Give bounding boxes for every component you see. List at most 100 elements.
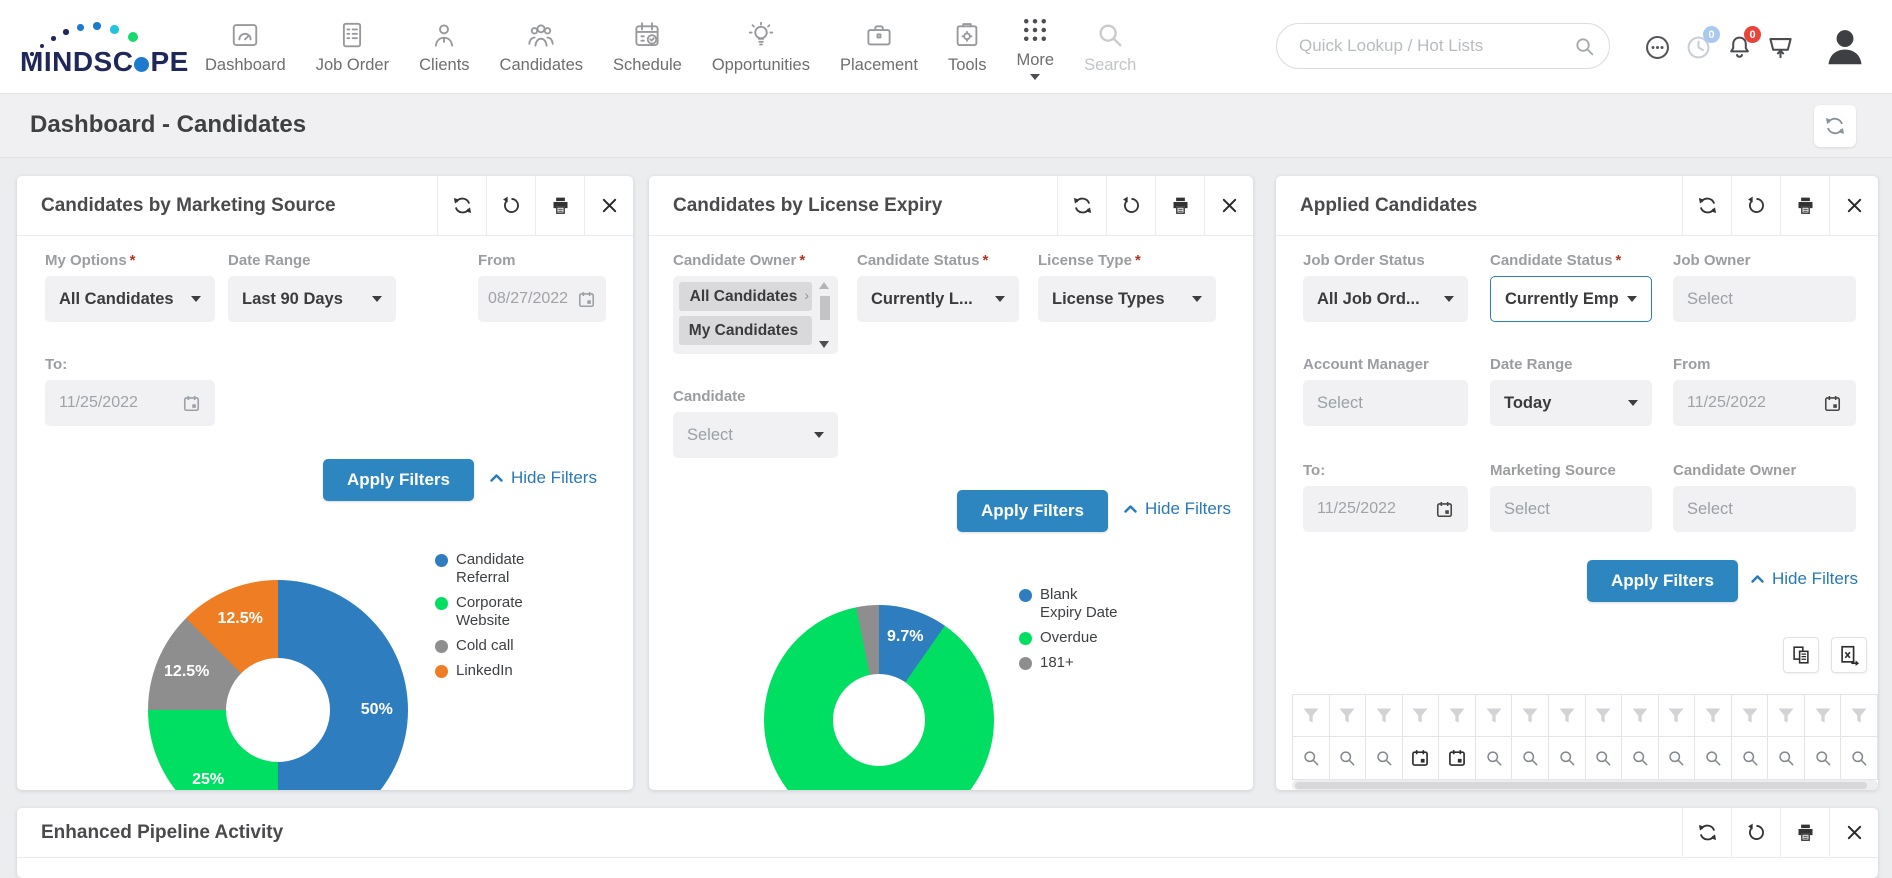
listbox-option-next[interactable]: My Candidates — [679, 316, 812, 345]
column-search-cell[interactable] — [1366, 737, 1403, 779]
to-date-input[interactable]: 11/25/2022 — [1303, 486, 1468, 532]
nav-item-tools[interactable]: Tools — [948, 20, 986, 75]
nav-item-opportunities[interactable]: Opportunities — [712, 20, 810, 75]
my-options-select[interactable]: All Candidates — [45, 276, 215, 322]
column-search-cell[interactable] — [1804, 737, 1842, 779]
column-search-cell[interactable] — [1841, 737, 1878, 779]
column-filter-cell[interactable] — [1548, 695, 1586, 736]
apply-filters-button[interactable]: Apply Filters — [957, 490, 1108, 532]
refresh-button[interactable] — [1057, 176, 1106, 235]
apply-filters-button[interactable]: Apply Filters — [323, 459, 474, 501]
mindscope-logo[interactable]: MINDSC PE — [18, 8, 198, 86]
candidate-owner-listbox[interactable]: All Candidates › My Candidates — [673, 276, 838, 354]
close-button[interactable] — [1829, 808, 1878, 857]
column-search-cell[interactable] — [1695, 737, 1732, 779]
column-filter-cell[interactable] — [1841, 695, 1878, 736]
listbox-option-selected[interactable]: All Candidates › — [679, 282, 812, 311]
marketing-source-input[interactable]: Select — [1490, 486, 1652, 532]
hide-filters-link[interactable]: Hide Filters — [489, 468, 597, 488]
column-search-cell[interactable] — [1512, 737, 1549, 779]
more-options-button[interactable] — [1640, 30, 1674, 64]
hide-filters-link[interactable]: Hide Filters — [1123, 499, 1231, 519]
column-date-search-cell[interactable] — [1439, 737, 1476, 779]
reset-button[interactable] — [486, 176, 535, 235]
refresh-button[interactable] — [437, 176, 486, 235]
column-filter-cell[interactable] — [1329, 695, 1367, 736]
nav-item-clients[interactable]: Clients — [419, 20, 470, 75]
screen-share-button[interactable] — [1763, 30, 1797, 64]
column-filter-cell[interactable] — [1402, 695, 1440, 736]
from-date-input[interactable]: 11/25/2022 — [1673, 380, 1856, 426]
refresh-button[interactable] — [1682, 808, 1731, 857]
date-range-select[interactable]: Last 90 Days — [228, 276, 396, 322]
column-date-search-cell[interactable] — [1402, 737, 1440, 779]
nav-item-job-order[interactable]: Job Order — [316, 20, 389, 75]
user-avatar[interactable] — [1822, 24, 1868, 70]
close-button[interactable] — [1204, 176, 1253, 235]
nav-item-placement[interactable]: Placement — [840, 20, 918, 75]
from-date-input[interactable]: 08/27/2022 — [478, 276, 606, 322]
column-filter-cell[interactable] — [1366, 695, 1403, 736]
column-filter-cell[interactable] — [1768, 695, 1805, 736]
column-search-cell[interactable] — [1731, 737, 1769, 779]
print-button[interactable] — [1780, 808, 1829, 857]
column-filter-cell[interactable] — [1695, 695, 1732, 736]
column-filter-cell[interactable] — [1804, 695, 1842, 736]
scroll-down-icon[interactable] — [819, 341, 829, 348]
listbox-scrollbar[interactable] — [817, 282, 832, 348]
column-search-cell[interactable] — [1768, 737, 1805, 779]
date-range-select[interactable]: Today — [1490, 380, 1652, 426]
column-search-cell[interactable] — [1293, 737, 1330, 779]
column-filter-cell[interactable] — [1293, 695, 1330, 736]
page-refresh-button[interactable] — [1814, 105, 1856, 147]
reset-button[interactable] — [1106, 176, 1155, 235]
reset-button[interactable] — [1731, 176, 1780, 235]
close-button[interactable] — [1829, 176, 1878, 235]
export-excel-button[interactable] — [1831, 637, 1867, 673]
column-search-cell[interactable] — [1475, 737, 1513, 779]
column-search-cell[interactable] — [1658, 737, 1696, 779]
recent-activity-button[interactable]: 0 — [1681, 26, 1720, 64]
license-expiry-donut-chart[interactable]: 9.7% — [764, 605, 994, 790]
print-button[interactable] — [1780, 176, 1829, 235]
notifications-button[interactable]: 0 — [1722, 26, 1761, 64]
close-button[interactable] — [584, 176, 633, 235]
print-button[interactable] — [535, 176, 584, 235]
license-type-select[interactable]: License Types — [1038, 276, 1216, 322]
scroll-up-icon[interactable] — [819, 282, 829, 289]
column-search-cell[interactable] — [1329, 737, 1367, 779]
column-filter-cell[interactable] — [1622, 695, 1659, 736]
column-search-cell[interactable] — [1585, 737, 1623, 779]
candidate-status-select[interactable]: Currently Emp — [1490, 276, 1652, 322]
to-date-input[interactable]: 11/25/2022 — [45, 380, 215, 426]
column-filter-cell[interactable] — [1439, 695, 1476, 736]
print-button[interactable] — [1155, 176, 1204, 235]
apply-filters-button[interactable]: Apply Filters — [1587, 560, 1738, 602]
column-search-cell[interactable] — [1548, 737, 1586, 779]
hide-filters-link[interactable]: Hide Filters — [1750, 569, 1858, 589]
horizontal-scrollbar[interactable] — [1292, 780, 1878, 790]
job-order-status-select[interactable]: All Job Ord... — [1303, 276, 1468, 322]
column-search-cell[interactable] — [1622, 737, 1659, 779]
column-filter-cell[interactable] — [1731, 695, 1769, 736]
scrollbar-thumb[interactable] — [819, 296, 830, 320]
candidate-select[interactable]: Select — [673, 412, 838, 458]
nav-item-dashboard[interactable]: Dashboard — [205, 20, 286, 75]
account-manager-input[interactable]: Select — [1303, 380, 1468, 426]
nav-item-candidates[interactable]: Candidates — [500, 20, 583, 75]
nav-item-more[interactable]: More — [1016, 15, 1054, 80]
column-filter-cell[interactable] — [1585, 695, 1623, 736]
column-filter-cell[interactable] — [1475, 695, 1513, 736]
candidate-status-select[interactable]: Currently L... — [857, 276, 1019, 322]
refresh-button[interactable] — [1682, 176, 1731, 235]
job-owner-input[interactable]: Select — [1673, 276, 1856, 322]
marketing-source-donut-chart[interactable]: 50% 25% 12.5% 12.5% — [148, 580, 408, 790]
column-filter-cell[interactable] — [1512, 695, 1549, 736]
candidate-owner-input[interactable]: Select — [1673, 486, 1856, 532]
quick-lookup-input[interactable] — [1277, 24, 1609, 68]
scrollbar-thumb[interactable] — [1295, 781, 1867, 789]
nav-item-schedule[interactable]: Schedule — [613, 20, 682, 75]
column-filter-cell[interactable] — [1658, 695, 1696, 736]
nav-item-search[interactable]: Search — [1084, 20, 1136, 75]
copy-grid-button[interactable] — [1783, 637, 1819, 673]
